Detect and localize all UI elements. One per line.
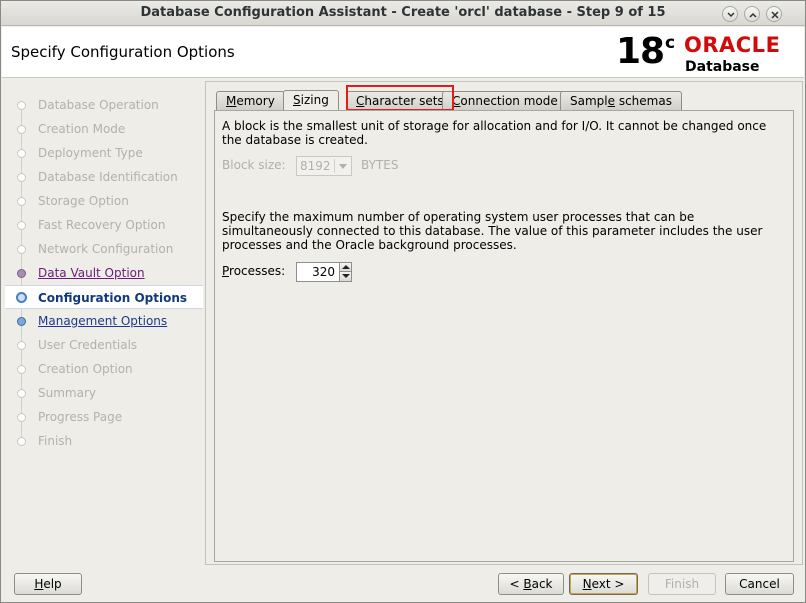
step-label: Deployment Type (38, 146, 143, 160)
maximize-button[interactable] (744, 6, 760, 22)
processes-spinner[interactable] (296, 262, 352, 282)
block-size-unit: BYTES (361, 158, 399, 172)
step-indicator-icon (17, 437, 26, 446)
step-label: Fast Recovery Option (38, 218, 166, 232)
step-label: Storage Option (38, 194, 129, 208)
page-title: Specify Configuration Options (11, 43, 235, 61)
back-button[interactable]: < Back (498, 573, 564, 595)
tab-memory[interactable]: Memory (216, 91, 285, 110)
step-network-configuration: Network Configuration (5, 237, 203, 261)
step-summary: Summary (5, 381, 203, 405)
step-indicator-icon (17, 317, 26, 326)
select-separator (334, 159, 335, 173)
oracle-logo: 18 c ORACLE Database (614, 31, 804, 75)
close-button[interactable] (766, 6, 782, 22)
block-size-value: 8192 (300, 159, 331, 173)
step-indicator-icon (17, 197, 26, 206)
step-label: Progress Page (38, 410, 123, 424)
step-indicator-icon (17, 269, 26, 278)
step-creation-mode: Creation Mode (5, 117, 203, 141)
window-title: Database Configuration Assistant - Creat… (140, 5, 666, 20)
step-label: Finish (38, 434, 73, 448)
steps-sidebar: Database Operation Creation Mode Deploymen… (5, 81, 203, 565)
header-banner: Specify Configuration Options 18 c ORACL… (2, 27, 804, 78)
logo-product: Database (685, 59, 760, 75)
chevron-down-icon (727, 12, 735, 18)
processes-description: Specify the maximum number of operating … (222, 210, 763, 252)
tab-highlight-box (346, 85, 454, 111)
step-database-identification: Database Identification (5, 165, 203, 189)
step-indicator-icon (17, 365, 26, 374)
step-management-options[interactable]: Management Options (5, 309, 203, 333)
block-size-label: Block size: (222, 158, 286, 172)
finish-button: Finish (648, 573, 716, 595)
step-label: Data Vault Option (38, 266, 145, 280)
step-database-operation: Database Operation (5, 93, 203, 117)
step-indicator-icon (17, 341, 26, 350)
close-icon (771, 11, 779, 19)
cancel-button[interactable]: Cancel (725, 573, 794, 595)
step-indicator-icon (17, 125, 26, 134)
minimize-button[interactable] (722, 6, 738, 22)
step-storage-option: Storage Option (5, 189, 203, 213)
dropdown-arrow-icon (339, 164, 347, 169)
block-size-select: 8192 (296, 156, 352, 176)
step-indicator-icon (16, 292, 27, 303)
tab-sample-schemas[interactable]: Sample schemas (560, 91, 682, 110)
title-bar: Database Configuration Assistant - Creat… (1, 1, 805, 26)
spinner-down-button[interactable] (339, 272, 351, 281)
logo-brand: ORACLE (684, 33, 781, 57)
step-data-vault-option[interactable]: Data Vault Option (5, 261, 203, 285)
block-size-description: A block is the smallest unit of storage … (222, 119, 767, 147)
step-progress-page: Progress Page (5, 405, 203, 429)
step-finish: Finish (5, 429, 203, 453)
step-indicator-icon (17, 389, 26, 398)
logo-version: 18 (616, 31, 665, 72)
step-fast-recovery-option: Fast Recovery Option (5, 213, 203, 237)
help-button[interactable]: Help (14, 573, 82, 595)
step-label: User Credentials (38, 338, 138, 352)
arrow-down-icon (342, 274, 350, 278)
step-label: Creation Option (38, 362, 133, 376)
step-label: Summary (38, 386, 96, 400)
next-button[interactable]: Next > (569, 573, 638, 595)
step-configuration-options[interactable]: Configuration Options (5, 285, 203, 309)
step-indicator-icon (17, 413, 26, 422)
step-label: Creation Mode (38, 122, 126, 136)
step-label: Configuration Options (38, 291, 188, 305)
step-indicator-icon (17, 221, 26, 230)
step-label: Database Operation (38, 98, 159, 112)
step-indicator-icon (17, 245, 26, 254)
spinner-up-button[interactable] (339, 263, 351, 272)
tab-connection-mode[interactable]: Connection mode (442, 91, 568, 110)
step-indicator-icon (17, 101, 26, 110)
step-label: Network Configuration (38, 242, 174, 256)
step-indicator-icon (17, 173, 26, 182)
processes-label: Processes: (222, 264, 286, 278)
arrow-up-icon (342, 265, 350, 269)
step-deployment-type: Deployment Type (5, 141, 203, 165)
dbca-window: Database Configuration Assistant - Creat… (0, 0, 806, 603)
step-user-credentials: User Credentials (5, 333, 203, 357)
processes-input[interactable] (297, 263, 338, 281)
step-indicator-icon (17, 149, 26, 158)
sizing-tab-panel: A block is the smallest unit of storage … (214, 110, 794, 562)
tab-sizing[interactable]: Sizing (283, 90, 339, 110)
content-panel: Memory Sizing Character sets Connection mod… (205, 81, 803, 565)
step-creation-option: Creation Option (5, 357, 203, 381)
chevron-up-icon (749, 12, 757, 18)
step-label: Management Options (38, 314, 168, 328)
logo-superscript: c (665, 33, 676, 53)
step-label: Database Identification (38, 170, 178, 184)
